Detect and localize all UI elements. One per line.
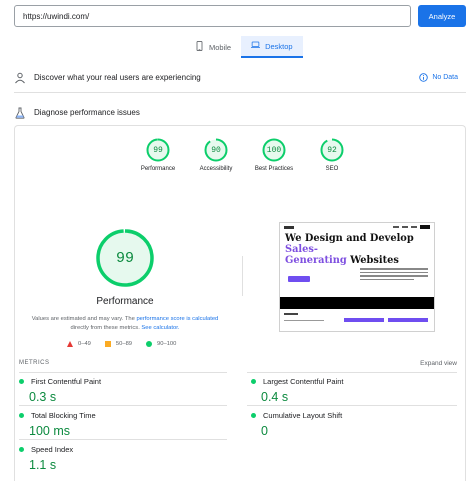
main-performance-gauge: 99 xyxy=(95,228,155,288)
score-legend: 0–49 50–89 90–100 xyxy=(67,341,176,347)
metric-fcp-value: 0.3 s xyxy=(29,390,57,404)
legend-fail-label: 0–49 xyxy=(78,341,91,347)
screenshot-cta xyxy=(288,276,310,282)
section-divider xyxy=(14,92,466,93)
category-gauges: 99 Performance 90 Accessibility 100 Best… xyxy=(138,138,352,172)
circle-icon xyxy=(19,379,24,384)
metric-divider xyxy=(19,439,227,440)
metric-lcp-name: Largest Contentful Paint xyxy=(263,377,344,386)
field-data-title: Discover what your real users are experi… xyxy=(34,72,201,82)
phone-icon xyxy=(195,41,204,53)
performance-card: 99 Performance 90 Accessibility 100 Best… xyxy=(14,125,466,481)
expand-view-toggle[interactable]: Expand view xyxy=(420,360,457,367)
see-calculator-link[interactable]: See calculator. xyxy=(141,325,179,331)
gauge-performance[interactable]: 99 Performance xyxy=(138,138,178,172)
screenshot-nav xyxy=(280,223,434,231)
note-middle: directly from these metrics. xyxy=(70,324,142,331)
legend-fail: 0–49 xyxy=(67,341,91,347)
people-icon xyxy=(14,71,26,84)
tab-mobile[interactable]: Mobile xyxy=(185,36,241,58)
field-data-section: Discover what your real users are experi… xyxy=(14,70,466,84)
vertical-divider xyxy=(242,256,243,296)
metric-divider xyxy=(19,372,227,373)
gauge-seo[interactable]: 92 SEO xyxy=(312,138,352,172)
legend-average-label: 50–89 xyxy=(115,341,133,347)
metric-divider xyxy=(247,372,457,373)
diagnose-section: Diagnose performance issues xyxy=(14,105,466,119)
page-screenshot: We Design and Develop Sales- Generating W… xyxy=(279,222,435,332)
gauge-accessibility-label: Accessibility xyxy=(199,166,233,172)
circle-icon xyxy=(251,413,256,418)
main-performance-score: 99 xyxy=(115,249,134,267)
metric-si-value: 1.1 s xyxy=(29,458,57,472)
gauge-best-practices-score: 100 xyxy=(266,145,282,155)
circle-icon xyxy=(146,341,153,347)
note-prefix: Values are estimated and may vary. The xyxy=(31,316,137,322)
metric-divider xyxy=(247,405,457,406)
circle-icon xyxy=(19,447,24,452)
main-performance-title: Performance xyxy=(96,296,154,307)
gauge-performance-label: Performance xyxy=(140,166,176,172)
legend-average: 50–89 xyxy=(104,341,133,347)
tab-desktop-label: Desktop xyxy=(265,41,293,51)
metric-lcp-value: 0.4 s xyxy=(261,390,289,404)
gauge-seo-label: SEO xyxy=(325,166,339,172)
triangle-icon xyxy=(67,341,73,347)
metric-si-name: Speed Index xyxy=(31,445,74,454)
laptop-icon xyxy=(251,40,261,52)
performance-note: Values are estimated and may vary. The p… xyxy=(25,315,225,332)
metric-divider xyxy=(19,405,227,406)
gauge-accessibility[interactable]: 90 Accessibility xyxy=(196,138,236,172)
metric-cls: Cumulative Layout Shift 0 xyxy=(251,411,451,438)
circle-icon xyxy=(19,413,24,418)
url-input[interactable] xyxy=(14,5,411,27)
metric-si: Speed Index 1.1 s xyxy=(19,445,219,472)
legend-pass-label: 90–100 xyxy=(157,341,177,347)
flask-icon xyxy=(14,106,26,119)
gauge-performance-score: 99 xyxy=(153,145,163,155)
metrics-heading: METRICS xyxy=(19,360,50,366)
metric-lcp: Largest Contentful Paint 0.4 s xyxy=(251,377,451,404)
gauge-best-practices-label: Best Practices xyxy=(254,166,294,172)
screenshot-dark-band xyxy=(280,297,434,309)
metric-fcp-name: First Contentful Paint xyxy=(31,377,102,386)
diagnose-title: Diagnose performance issues xyxy=(34,107,140,117)
metric-cls-value: 0 xyxy=(261,424,268,438)
circle-icon xyxy=(251,379,256,384)
screenshot-logo xyxy=(284,225,294,229)
legend-pass: 90–100 xyxy=(146,341,176,347)
metric-tbt: Total Blocking Time 100 ms xyxy=(19,411,219,438)
metric-tbt-value: 100 ms xyxy=(29,424,70,438)
metric-tbt-name: Total Blocking Time xyxy=(31,411,96,420)
screenshot-headline: We Design and Develop Sales- Generating W… xyxy=(285,233,414,266)
device-tabs: Mobile Desktop xyxy=(185,36,303,58)
gauge-seo-score: 92 xyxy=(327,145,337,155)
square-icon xyxy=(104,341,111,347)
no-data-indicator[interactable]: No Data xyxy=(419,72,458,82)
info-icon xyxy=(419,72,429,82)
score-calculated-link[interactable]: performance score is calculated xyxy=(136,316,218,322)
gauge-accessibility-score: 90 xyxy=(211,145,221,155)
no-data-label: No Data xyxy=(432,73,458,81)
analyze-button[interactable]: Analyze xyxy=(418,5,466,27)
gauge-best-practices[interactable]: 100 Best Practices xyxy=(254,138,294,172)
tab-mobile-label: Mobile xyxy=(209,42,232,52)
tab-desktop[interactable]: Desktop xyxy=(241,36,303,58)
metric-cls-name: Cumulative Layout Shift xyxy=(263,411,343,420)
metric-fcp: First Contentful Paint 0.3 s xyxy=(19,377,219,404)
